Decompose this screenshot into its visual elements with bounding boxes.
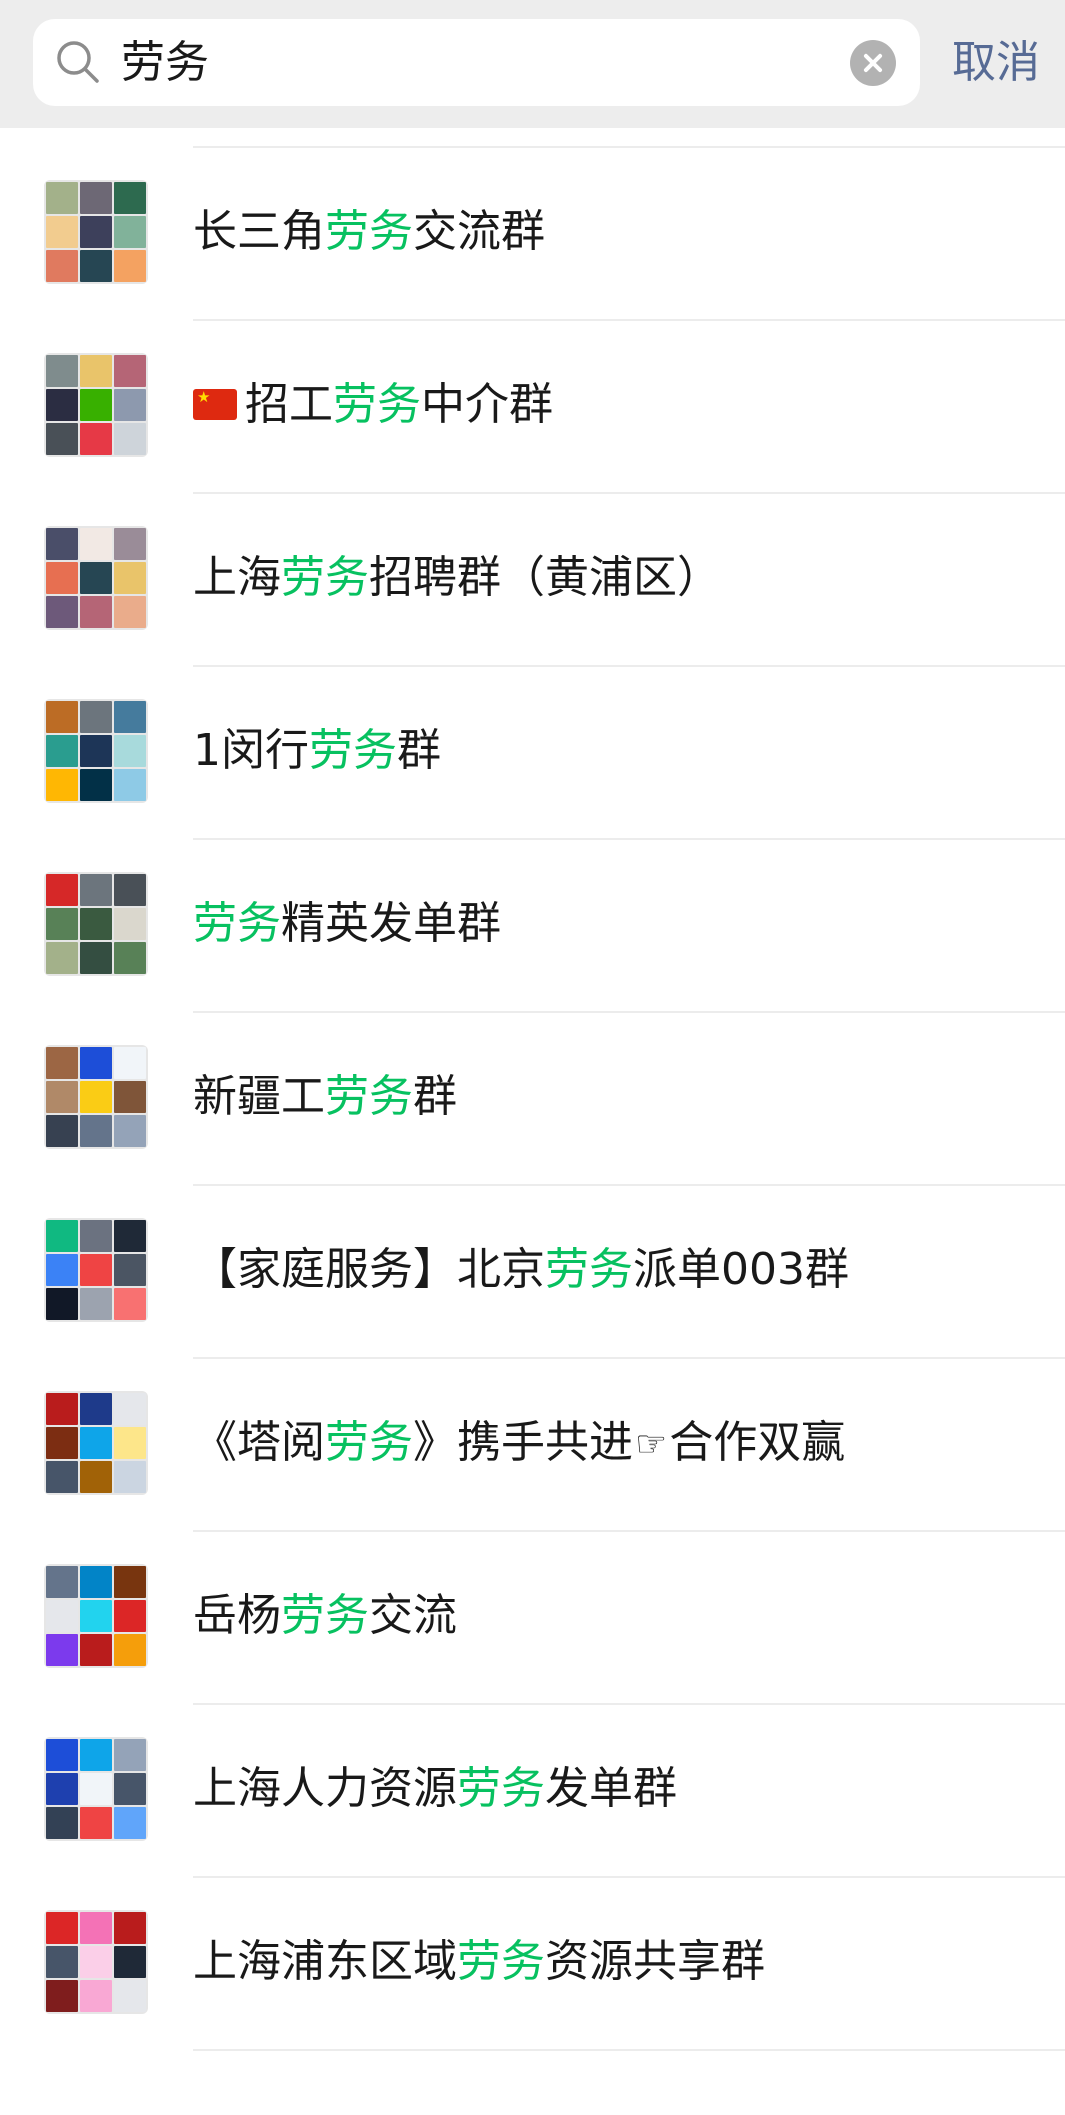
result-row[interactable]: 上海劳务招聘群（黄浦区）	[0, 494, 1065, 667]
group-name: 上海劳务招聘群（黄浦区）	[193, 526, 721, 630]
group-name-prefix: 【家庭服务】北京	[193, 1244, 545, 1295]
group-name-prefix: 上海人力资源	[193, 1763, 457, 1814]
group-avatar	[44, 180, 148, 284]
result-row[interactable]: 上海浦东区域劳务资源共享群	[0, 1878, 1065, 2051]
result-row[interactable]: 长三角劳务交流群	[0, 148, 1065, 321]
keyword-highlight: 劳务	[545, 1244, 633, 1295]
group-name: 1闵行劳务群	[193, 699, 441, 803]
group-name-prefix: 上海浦东区域	[193, 1936, 457, 1987]
search-input[interactable]: 劳务	[121, 19, 209, 106]
group-name: 劳务精英发单群	[193, 872, 501, 976]
group-name: 【家庭服务】北京劳务派单003群	[193, 1218, 849, 1322]
result-row[interactable]: 岳杨劳务交流	[0, 1532, 1065, 1705]
group-name-suffix: 群	[413, 1071, 457, 1122]
result-row[interactable]: 上海人力资源劳务发单群	[0, 1705, 1065, 1878]
group-name-suffix: 》携手共进	[413, 1417, 633, 1468]
group-avatar	[44, 1045, 148, 1149]
group-name-prefix: 《塔阅	[193, 1417, 325, 1468]
group-name-suffix: 资源共享群	[545, 1936, 765, 1987]
group-name-suffix: 群	[397, 725, 441, 776]
group-name: 长三角劳务交流群	[193, 180, 545, 284]
group-name: 《塔阅劳务》携手共进☞合作双赢	[193, 1391, 845, 1495]
search-box[interactable]: 劳务	[33, 19, 920, 106]
group-name-suffix: 中介群	[421, 379, 553, 430]
group-name-prefix: 1闵行	[193, 725, 309, 776]
keyword-highlight: 劳务	[325, 1417, 413, 1468]
cancel-button[interactable]: 取消	[952, 19, 1040, 106]
group-avatar	[44, 1391, 148, 1495]
pointing-finger-icon: ☞	[635, 1424, 668, 1465]
result-row[interactable]: 【家庭服务】北京劳务派单003群	[0, 1186, 1065, 1359]
result-row[interactable]: 招工劳务中介群	[0, 321, 1065, 494]
row-divider	[193, 2049, 1065, 2051]
china-flag-icon	[193, 387, 237, 420]
keyword-highlight: 劳务	[325, 206, 413, 257]
group-name-prefix: 岳杨	[193, 1590, 281, 1641]
group-name-suffix: 交流	[369, 1590, 457, 1641]
keyword-highlight: 劳务	[333, 379, 421, 430]
group-name-prefix: 上海	[193, 552, 281, 603]
group-avatar	[44, 1737, 148, 1841]
keyword-highlight: 劳务	[281, 1590, 369, 1641]
group-name-suffix-2: 合作双赢	[669, 1417, 846, 1468]
group-name-suffix: 精英发单群	[281, 898, 501, 949]
result-row[interactable]: 1闵行劳务群	[0, 667, 1065, 840]
search-header: 劳务 取消	[0, 0, 1065, 128]
group-name-suffix: 交流群	[413, 206, 545, 257]
keyword-highlight: 劳务	[309, 725, 397, 776]
group-name: 新疆工劳务群	[193, 1045, 457, 1149]
group-avatar	[44, 1910, 148, 2014]
clear-search-icon[interactable]	[850, 40, 896, 86]
keyword-highlight: 劳务	[457, 1936, 545, 1987]
group-name-suffix: 招聘群（黄浦区）	[369, 552, 721, 603]
group-avatar	[44, 1218, 148, 1322]
group-name: 招工劳务中介群	[193, 353, 553, 457]
keyword-highlight: 劳务	[457, 1763, 545, 1814]
group-avatar	[44, 526, 148, 630]
group-name-suffix: 派单003群	[633, 1244, 849, 1295]
group-name-suffix: 发单群	[545, 1763, 677, 1814]
group-avatar	[44, 353, 148, 457]
group-name: 上海浦东区域劳务资源共享群	[193, 1910, 765, 2014]
group-avatar	[44, 1564, 148, 1668]
result-row[interactable]: 劳务精英发单群	[0, 840, 1065, 1013]
group-name: 上海人力资源劳务发单群	[193, 1737, 677, 1841]
group-name-prefix: 招工	[245, 379, 333, 430]
group-name-prefix: 长三角	[193, 206, 325, 257]
group-avatar	[44, 699, 148, 803]
result-row[interactable]: 《塔阅劳务》携手共进☞合作双赢	[0, 1359, 1065, 1532]
keyword-highlight: 劳务	[281, 552, 369, 603]
group-name: 岳杨劳务交流	[193, 1564, 457, 1668]
search-icon	[57, 41, 99, 83]
group-avatar	[44, 872, 148, 976]
group-name-prefix: 新疆工	[193, 1071, 325, 1122]
keyword-highlight: 劳务	[193, 898, 281, 949]
result-row[interactable]: 新疆工劳务群	[0, 1013, 1065, 1186]
keyword-highlight: 劳务	[325, 1071, 413, 1122]
